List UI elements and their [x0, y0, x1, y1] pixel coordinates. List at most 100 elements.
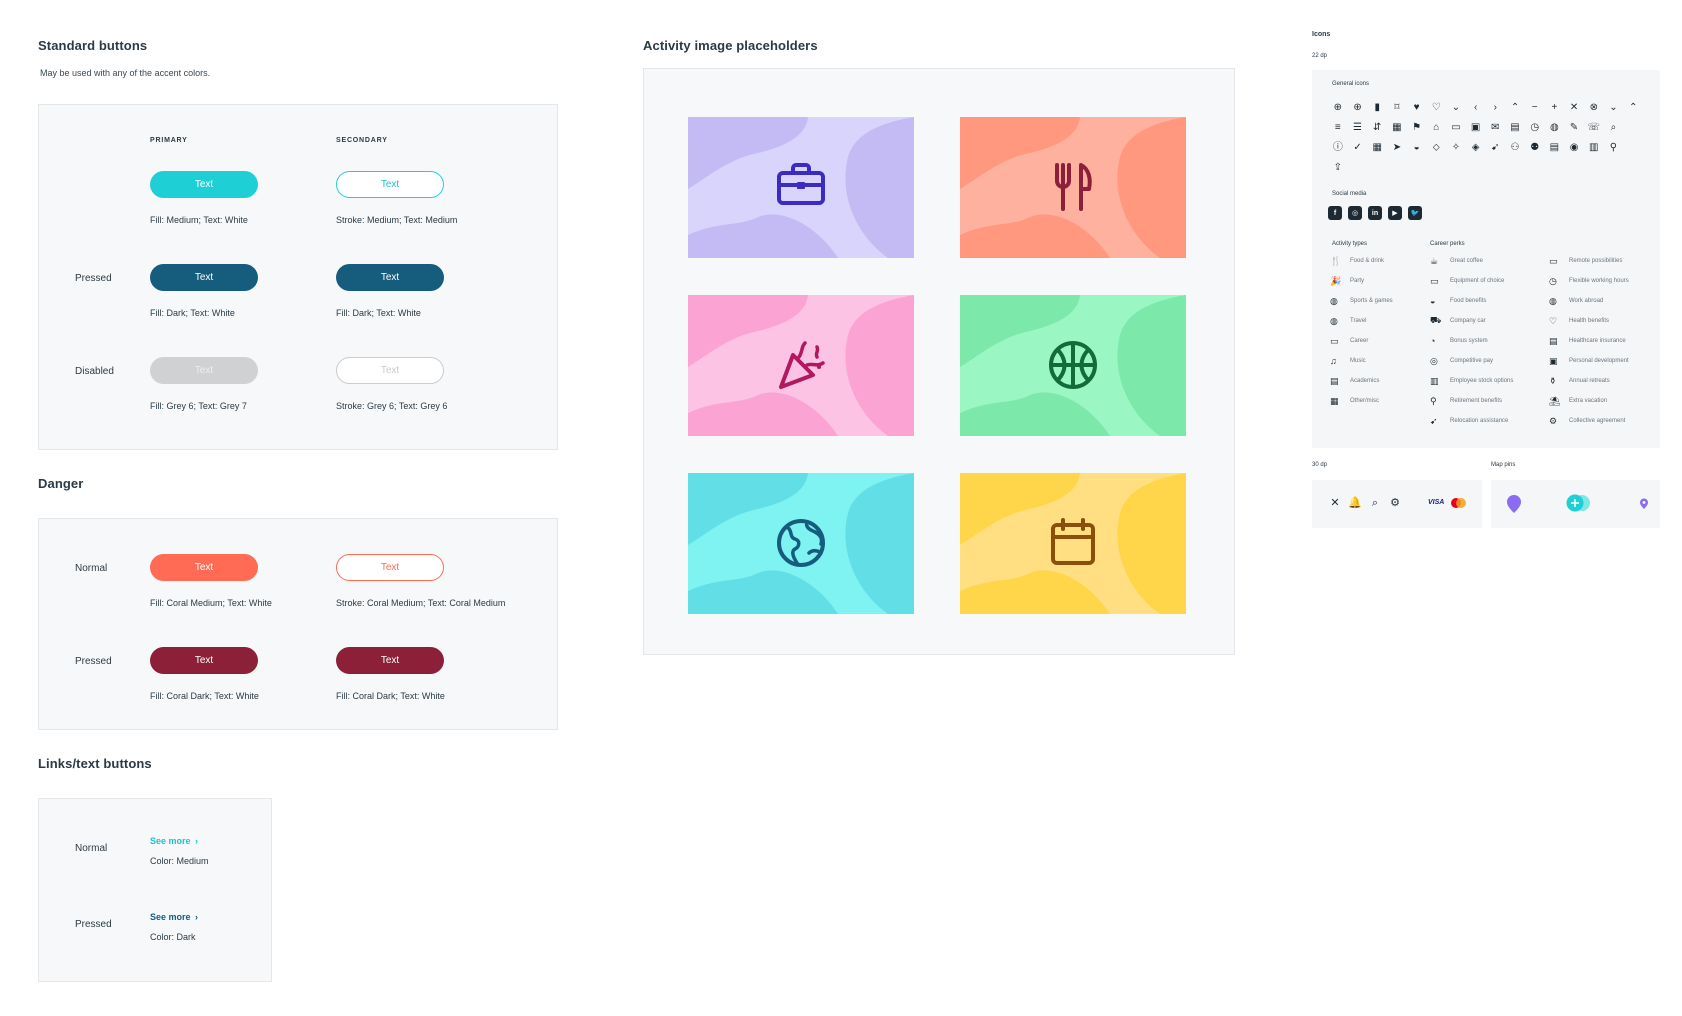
danger-primary-button-pressed[interactable]: Text: [150, 647, 258, 674]
mastercard-icon: [1451, 498, 1466, 508]
facebook-icon[interactable]: f: [1328, 206, 1342, 220]
general-icon: ▤: [1549, 142, 1560, 153]
list-label: Career: [1350, 338, 1369, 344]
standard-buttons-panel: PRIMARY SECONDARY Text Text Fill: Medium…: [38, 104, 558, 450]
primary-button-disabled[interactable]: Text: [150, 357, 258, 384]
general-icon: ⊕: [1353, 102, 1362, 113]
twitter-icon[interactable]: 🐦: [1408, 206, 1422, 220]
map-pins-panel: [1491, 480, 1660, 528]
see-more-link-pressed[interactable]: See more ›: [150, 907, 198, 925]
general-icons-row: ⊕ ⊕ ▮ ⌑ ♥ ♡ ⌄ ‹ › ⌃ − + ✕ ⊗ ⌄ ⌃: [1328, 97, 1658, 117]
row-label-disabled: Disabled: [75, 366, 114, 377]
chevron-right-icon: ›: [194, 912, 198, 922]
activity-types-title: Activity types: [1332, 241, 1368, 247]
standard-buttons-subtitle: May be used with any of the accent color…: [40, 68, 211, 78]
list-label: Bonus system: [1450, 338, 1488, 344]
youtube-icon[interactable]: ▶: [1388, 206, 1402, 220]
general-icon: ➹: [1491, 142, 1500, 153]
list-label: Healthcare insurance: [1569, 338, 1626, 344]
general-icon: ⊗: [1589, 102, 1598, 113]
list-label: Extra vacation: [1569, 398, 1608, 404]
icon-list-item: ▭ Equipment of choice: [1430, 275, 1504, 287]
icon-list-item: ◍ Travel: [1330, 315, 1366, 327]
list-glyph-icon: ◔: [1430, 336, 1436, 346]
general-icon: ⚉: [1530, 142, 1540, 153]
icon-list-item: ▭ Remote possibilities: [1549, 255, 1622, 267]
basketball-icon: [1049, 341, 1097, 389]
general-icon: ⌄: [1609, 102, 1618, 113]
instagram-icon[interactable]: ◎: [1348, 206, 1362, 220]
icon-list-item: ▥ Employee stock options: [1430, 375, 1513, 387]
icon-list-item: ♡ Health benefits: [1549, 315, 1609, 327]
icons-30dp-label: 30 dp: [1312, 462, 1328, 468]
icon-list-item: ⚱ Annual retreats: [1549, 375, 1610, 387]
danger-secondary-button[interactable]: Text: [336, 554, 444, 581]
general-icon: ⌄: [1451, 102, 1461, 113]
close-icon[interactable]: ✕: [1328, 495, 1342, 511]
danger-title: Danger: [38, 476, 84, 491]
primary-button[interactable]: Text: [150, 171, 258, 198]
links-panel: Normal See more › Color: Medium Pressed …: [38, 798, 272, 982]
general-icon: ◒: [1413, 142, 1420, 153]
general-icon: ▦: [1392, 122, 1402, 133]
list-label: Flexible working hours: [1569, 278, 1629, 284]
general-icon: ✧: [1451, 142, 1461, 153]
list-glyph-icon: ◍: [1330, 315, 1338, 326]
row-label-pressed: Pressed: [75, 273, 112, 284]
activity-placeholder-card: [960, 117, 1186, 258]
secondary-button-disabled[interactable]: Text: [336, 357, 444, 384]
general-icon: ⚑: [1412, 122, 1422, 133]
list-label: Relocation assistance: [1450, 418, 1509, 424]
secondary-column-header: SECONDARY: [336, 137, 388, 144]
list-glyph-icon: ▤: [1549, 335, 1558, 346]
general-icons-title: General icons: [1332, 81, 1370, 87]
list-glyph-icon: ⚲: [1430, 395, 1437, 406]
icon-list-item: ◒ Food benefits: [1430, 295, 1486, 307]
general-icon: ▮: [1374, 102, 1380, 113]
general-icon: ⌑: [1394, 102, 1400, 113]
gear-icon[interactable]: ⚙: [1388, 495, 1402, 511]
general-icon: ✕: [1569, 102, 1579, 113]
fork-knife-icon: [1055, 163, 1092, 211]
calendar-icon: [1051, 518, 1095, 565]
general-icon: ⇵: [1373, 122, 1382, 133]
bell-icon[interactable]: 🔔: [1348, 495, 1362, 511]
list-label: Music: [1350, 358, 1366, 364]
general-icons-row: ⓘ ✓ ▦ ➤ ◒ ⬦ ✧ ◈ ➹ ⚇ ⚉ ▤ ◉ ▥ ⚲: [1328, 137, 1658, 157]
globe-icon: [777, 519, 825, 567]
icon-list-item: ◷ Flexible working hours: [1549, 275, 1629, 287]
icon-list-item: ◍ Sports & games: [1330, 295, 1393, 307]
secondary-button[interactable]: Text: [336, 171, 444, 198]
search-icon[interactable]: ⌕: [1368, 495, 1382, 511]
general-icon: ›: [1493, 102, 1498, 113]
list-glyph-icon: ♡: [1549, 315, 1558, 326]
general-icon: ⚲: [1609, 142, 1618, 153]
icon-list-item: ▭ Career: [1330, 335, 1368, 347]
list-label: Great coffee: [1450, 258, 1483, 264]
danger-primary-button[interactable]: Text: [150, 554, 258, 581]
list-glyph-icon: ▭: [1549, 255, 1558, 266]
see-more-link[interactable]: See more ›: [150, 831, 198, 849]
caption-secondary-normal: Stroke: Medium; Text: Medium: [336, 215, 458, 225]
caption-danger-primary-normal: Fill: Coral Medium; Text: White: [150, 598, 272, 608]
secondary-button-pressed[interactable]: Text: [336, 264, 444, 291]
list-label: Health benefits: [1569, 318, 1610, 324]
general-icon: ◈: [1471, 142, 1480, 153]
general-icon: ‹: [1473, 102, 1478, 113]
general-icon: ◉: [1569, 142, 1579, 153]
icon-list-item: ⛟ Company car: [1430, 315, 1486, 327]
list-glyph-icon: ⛟: [1430, 315, 1442, 325]
list-label: Company car: [1450, 318, 1486, 324]
list-glyph-icon: ⚙: [1549, 415, 1558, 426]
list-glyph-icon: ▣: [1549, 355, 1558, 366]
primary-button-pressed[interactable]: Text: [150, 264, 258, 291]
general-icon: ⌃: [1628, 102, 1638, 113]
list-glyph-icon: ⛱: [1549, 395, 1561, 406]
danger-secondary-button-pressed[interactable]: Text: [336, 647, 444, 674]
general-icon: ⓘ: [1332, 142, 1343, 153]
linkedin-icon[interactable]: in: [1368, 206, 1382, 220]
list-label: Academics: [1350, 378, 1380, 384]
list-glyph-icon: ▭: [1430, 275, 1439, 286]
icons-22dp-label: 22 dp: [1312, 53, 1328, 59]
general-icon: ⚇: [1510, 142, 1520, 153]
